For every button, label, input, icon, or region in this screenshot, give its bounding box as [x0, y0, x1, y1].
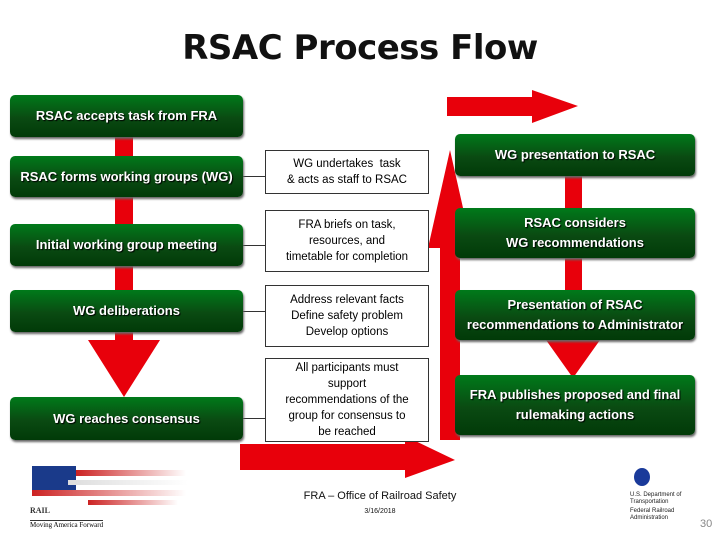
step-rsac-considers: RSAC considers WG recommendations — [455, 208, 695, 258]
step-wg-presentation: WG presentation to RSAC — [455, 134, 695, 176]
step-forms-wg: RSAC forms working groups (WG) — [10, 156, 243, 197]
step-accepts-task: RSAC accepts task from FRA — [10, 95, 243, 137]
page-number: 30 — [700, 518, 713, 530]
rail-label: RAIL — [30, 506, 51, 515]
dot-logo: U.S. Department of Transportation Federa… — [630, 468, 700, 522]
step-initial-meeting: Initial working group meeting — [10, 224, 243, 266]
dot-dept: U.S. Department of Transportation — [630, 492, 682, 505]
right-arrow-top — [447, 90, 578, 123]
slide: RSAC Process Flow RSAC accepts task from… — [0, 0, 720, 540]
footer-office: FRA – Office of Railroad Safety — [303, 490, 457, 502]
step-presentation-administrator: Presentation of RSAC recommendations to … — [455, 290, 695, 340]
fra-agency: Federal Railroad Administration — [630, 508, 675, 521]
note-participants: All participants must support recommenda… — [265, 358, 429, 442]
footer-date: 3/16/2018 — [364, 508, 396, 515]
note-wg-undertakes: WG undertakes task & acts as staff to RS… — [265, 150, 429, 194]
step-fra-publishes: FRA publishes proposed and final rulemak… — [455, 375, 695, 435]
dot-icon — [634, 468, 650, 486]
down-arrow-left — [88, 330, 160, 397]
right-arrow-bottom — [240, 436, 455, 478]
step-consensus: WG reaches consensus — [10, 397, 243, 440]
step-deliberations: WG deliberations — [10, 290, 243, 332]
rail-logo: RAIL Moving America Forward — [28, 466, 188, 529]
note-address-facts: Address relevant facts Define safety pro… — [265, 285, 429, 347]
rail-tagline: Moving America Forward — [30, 520, 104, 529]
note-fra-briefs: FRA briefs on task, resources, and timet… — [265, 210, 429, 272]
